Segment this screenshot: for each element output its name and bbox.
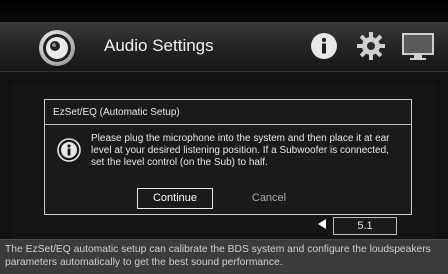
speaker-config-value[interactable]: 5.1: [333, 217, 397, 235]
help-text: The EzSet/EQ automatic setup can calibra…: [5, 244, 431, 268]
cancel-button[interactable]: Cancel: [239, 188, 299, 209]
speaker-icon: [39, 30, 75, 66]
tv-icon[interactable]: [402, 33, 434, 61]
dialog-title: EzSet/EQ (Automatic Setup): [53, 107, 180, 118]
dialog-message: Please plug the microphone into the syst…: [91, 133, 390, 168]
ezset-dialog: EzSet/EQ (Automatic Setup) Please plug t…: [44, 99, 412, 215]
info-icon: [57, 138, 81, 162]
help-footer: The EzSet/EQ automatic setup can calibra…: [0, 239, 448, 274]
screen: Audio Settings 5.1 EzSet/EQ (Automatic S…: [0, 0, 448, 274]
dialog-divider: [45, 124, 411, 125]
page-title: Audio Settings: [104, 36, 214, 55]
info-icon[interactable]: [310, 32, 338, 60]
arrow-left-icon[interactable]: [318, 219, 326, 229]
top-bar: [0, 0, 448, 22]
continue-button[interactable]: Continue: [137, 188, 213, 209]
gear-icon[interactable]: [356, 31, 386, 61]
